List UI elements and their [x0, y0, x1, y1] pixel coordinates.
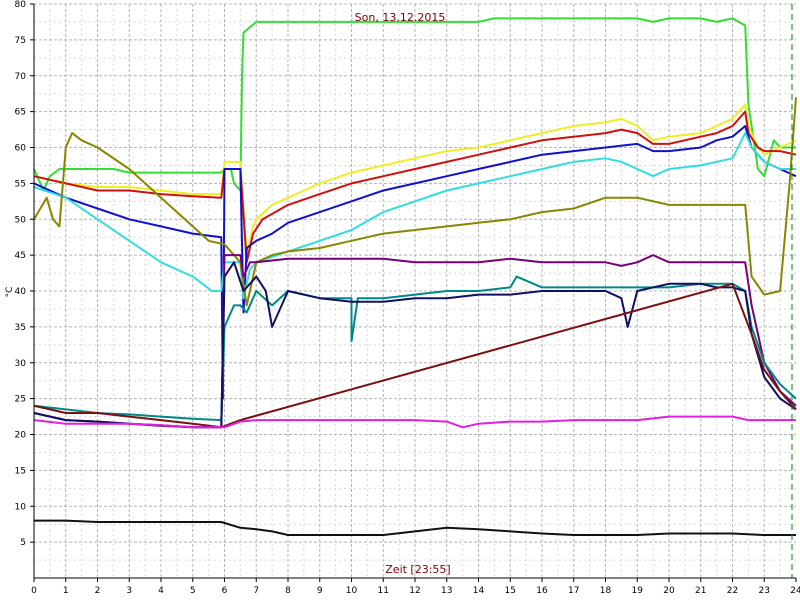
x-tick-label: 1: [63, 586, 69, 596]
x-tick-label: 13: [441, 586, 452, 596]
y-tick-label: 10: [15, 502, 27, 512]
x-tick-label: 21: [695, 586, 706, 596]
x-tick-label: 17: [568, 586, 579, 596]
y-tick-label: 50: [15, 215, 27, 225]
x-tick-label: 16: [536, 586, 548, 596]
x-tick-label: 14: [473, 586, 485, 596]
y-tick-label: 60: [15, 144, 27, 154]
y-tick-label: 40: [15, 287, 27, 297]
y-axis-label: °C: [5, 287, 15, 298]
y-tick-label: 20: [15, 431, 27, 441]
y-tick-label: 5: [20, 538, 26, 548]
y-tick-label: 70: [15, 72, 27, 82]
y-tick-label: 65: [15, 108, 26, 118]
x-tick-label: 24: [790, 586, 800, 596]
y-tick-label: 45: [15, 251, 26, 261]
x-tick-label: 2: [95, 586, 101, 596]
x-tick-label: 19: [632, 586, 644, 596]
x-tick-label: 20: [663, 586, 675, 596]
x-tick-label: 0: [31, 586, 37, 596]
x-tick-label: 12: [409, 586, 420, 596]
x-tick-label: 6: [222, 586, 228, 596]
x-tick-label: 3: [126, 586, 132, 596]
y-tick-label: 15: [15, 466, 26, 476]
x-tick-label: 7: [253, 586, 259, 596]
x-tick-label: 9: [317, 586, 323, 596]
x-tick-label: 8: [285, 586, 291, 596]
line-chart: 0 1 2 3 4 5 6 7 8 9 10 11 12 13 14 15 16 17 18 19 20 21 22 23 24…: [0, 0, 800, 600]
y-tick-label: 55: [15, 179, 26, 189]
chart-title: Son, 13.12.2015: [355, 11, 446, 24]
x-tick-label: 4: [158, 586, 164, 596]
footer-label: Zeit [23:55]: [385, 563, 450, 576]
y-tick-label: 75: [15, 36, 26, 46]
chart-svg: 0 1 2 3 4 5 6 7 8 9 10 11 12 13 14 15 16 17 18 19 20 21 22 23 24…: [0, 0, 800, 600]
y-tick-label: 25: [15, 395, 26, 405]
y-tick-label: 80: [15, 0, 27, 10]
x-tick-label: 10: [346, 586, 358, 596]
y-tick-label: 30: [15, 359, 27, 369]
x-tick-label: 18: [600, 586, 612, 596]
x-tick-label: 15: [505, 586, 516, 596]
x-tick-label: 22: [727, 586, 738, 596]
x-tick-label: 5: [190, 586, 196, 596]
x-tick-label: 23: [759, 586, 770, 596]
x-tick-label: 11: [378, 586, 389, 596]
y-tick-label: 35: [15, 323, 26, 333]
